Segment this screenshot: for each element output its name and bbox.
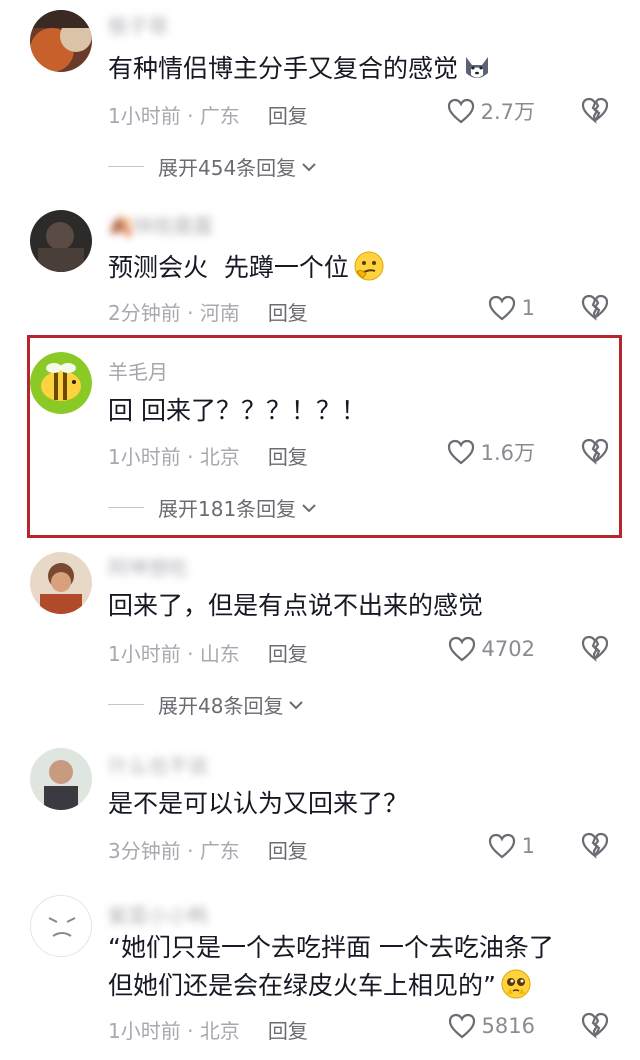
dislike-button[interactable] bbox=[580, 96, 610, 126]
dislike-button[interactable] bbox=[580, 293, 610, 323]
comment-text: 是不是可以认为又回来了？ bbox=[108, 787, 408, 821]
heart-icon bbox=[488, 295, 515, 321]
comment-location: 河南 bbox=[199, 301, 240, 325]
dislike-button[interactable] bbox=[580, 831, 610, 861]
chevron-down-icon bbox=[289, 700, 304, 709]
comment-text: 回 回来了？？？！？！ bbox=[108, 394, 366, 428]
comment-text-line1: “她们只是一个去吃拌面 一个去吃油条了 bbox=[108, 933, 554, 962]
heart-icon bbox=[448, 1013, 475, 1039]
comment-location: 山东 bbox=[199, 642, 240, 666]
comment-username[interactable]: 🍂林枝晨露 bbox=[108, 210, 213, 239]
expand-replies-button[interactable]: 展开48条回复 bbox=[108, 690, 305, 719]
like-count: 1 bbox=[521, 296, 535, 320]
like-button[interactable]: 5816 bbox=[448, 1011, 535, 1041]
comment-meta: 1小时前 · 广东 回复 bbox=[108, 104, 308, 128]
expand-replies-label: 展开181条回复 bbox=[158, 497, 297, 521]
comment-text-line2: 但她们还是会在绿皮火车上相见的” bbox=[108, 971, 496, 1000]
comment-meta: 2分钟前 · 河南 回复 bbox=[108, 301, 308, 325]
avatar[interactable] bbox=[30, 895, 92, 957]
dislike-button[interactable] bbox=[580, 437, 610, 467]
comment-username[interactable]: 什么也不说 bbox=[108, 750, 208, 779]
comment-text: 回来了，但是有点说不出来的感觉 bbox=[108, 589, 483, 623]
divider-line bbox=[108, 507, 144, 508]
comment-text-content: 是不是可以认为又回来了？ bbox=[108, 789, 409, 818]
broken-heart-icon bbox=[581, 294, 609, 321]
avatar[interactable] bbox=[30, 552, 92, 614]
heart-icon bbox=[488, 833, 515, 859]
dislike-button[interactable] bbox=[580, 1011, 610, 1041]
like-count: 2.7万 bbox=[480, 100, 535, 124]
divider-line bbox=[108, 166, 144, 167]
comment-location: 北京 bbox=[199, 1019, 240, 1043]
like-count: 5816 bbox=[481, 1014, 535, 1038]
avatar[interactable] bbox=[30, 10, 92, 72]
reply-button[interactable]: 回复 bbox=[268, 839, 308, 863]
avatar[interactable] bbox=[30, 352, 92, 414]
broken-heart-icon bbox=[581, 438, 609, 465]
comment-location: 广东 bbox=[199, 104, 240, 128]
reply-button[interactable]: 回复 bbox=[268, 104, 308, 128]
comment-location: 广东 bbox=[199, 839, 240, 863]
like-button[interactable]: 1.6万 bbox=[447, 437, 535, 467]
comment-text: “她们只是一个去吃拌面 一个去吃油条了 bbox=[108, 931, 554, 965]
avatar[interactable] bbox=[30, 748, 92, 810]
comment-text-content: 回 回来了？？？！？！ bbox=[108, 396, 366, 425]
pleading-face-emoji-icon bbox=[500, 968, 531, 999]
reply-button[interactable]: 回复 bbox=[268, 642, 308, 666]
like-button[interactable]: 1 bbox=[488, 831, 535, 861]
expand-replies-label: 展开48条回复 bbox=[158, 694, 284, 718]
comment-meta: 3分钟前 · 广东 回复 bbox=[108, 839, 308, 863]
divider-line bbox=[108, 704, 144, 705]
like-button[interactable]: 4702 bbox=[448, 634, 535, 664]
comment-text-content: 预测会火 先蹲一个位 bbox=[108, 253, 349, 282]
comment-time: 1小时前 bbox=[108, 1019, 181, 1043]
expand-replies-label: 展开454条回复 bbox=[158, 156, 297, 180]
chevron-down-icon bbox=[302, 503, 316, 512]
heart-icon bbox=[448, 636, 475, 662]
broken-heart-icon bbox=[581, 1012, 609, 1039]
like-button[interactable]: 1 bbox=[488, 293, 535, 323]
comment-meta: 1小时前 · 北京 回复 bbox=[108, 1019, 308, 1043]
comment-time: 1小时前 bbox=[108, 104, 181, 128]
comment-text: 有种情侣博主分手又复合的感觉 bbox=[108, 52, 492, 86]
heart-icon bbox=[447, 439, 474, 465]
comment-location: 北京 bbox=[199, 445, 240, 469]
comment-text: 预测会火 先蹲一个位 bbox=[108, 250, 384, 285]
comment-meta: 1小时前 · 北京 回复 bbox=[108, 445, 308, 469]
comment-text-content: 回来了，但是有点说不出来的感觉 bbox=[108, 591, 484, 620]
thinking-face-emoji-icon bbox=[353, 250, 384, 281]
comment-username[interactable]: 板子哥 bbox=[108, 10, 168, 39]
comment-username[interactable]: 紫菜小小鸭 bbox=[108, 900, 208, 929]
like-button[interactable]: 2.7万 bbox=[447, 96, 535, 126]
heart-icon bbox=[447, 98, 474, 124]
comment-meta: 1小时前 · 山东 回复 bbox=[108, 642, 308, 666]
chevron-down-icon bbox=[302, 162, 316, 171]
comment-text-content: 有种情侣博主分手又复合的感觉 bbox=[108, 54, 459, 83]
broken-heart-icon bbox=[581, 832, 609, 859]
dislike-button[interactable] bbox=[580, 634, 610, 664]
comment-time: 1小时前 bbox=[108, 445, 181, 469]
broken-heart-icon bbox=[581, 635, 609, 662]
reply-button[interactable]: 回复 bbox=[268, 1019, 308, 1043]
husky-dog-emoji-icon bbox=[462, 53, 492, 83]
like-count: 4702 bbox=[481, 637, 535, 661]
broken-heart-icon bbox=[581, 97, 609, 124]
comment-time: 3分钟前 bbox=[108, 839, 181, 863]
expand-replies-button[interactable]: 展开454条回复 bbox=[108, 152, 318, 181]
expand-replies-button[interactable]: 展开181条回复 bbox=[108, 493, 318, 522]
reply-button[interactable]: 回复 bbox=[268, 445, 308, 469]
like-count: 1 bbox=[521, 834, 535, 858]
comment-username[interactable]: 羊毛月 bbox=[108, 356, 168, 385]
avatar[interactable] bbox=[30, 210, 92, 272]
comment-text: 但她们还是会在绿皮火车上相见的” bbox=[108, 968, 531, 1003]
comment-time: 1小时前 bbox=[108, 642, 181, 666]
like-count: 1.6万 bbox=[480, 441, 535, 465]
comment-username[interactable]: 阿坤想吃 bbox=[108, 552, 188, 581]
reply-button[interactable]: 回复 bbox=[268, 301, 308, 325]
comment-time: 2分钟前 bbox=[108, 301, 181, 325]
